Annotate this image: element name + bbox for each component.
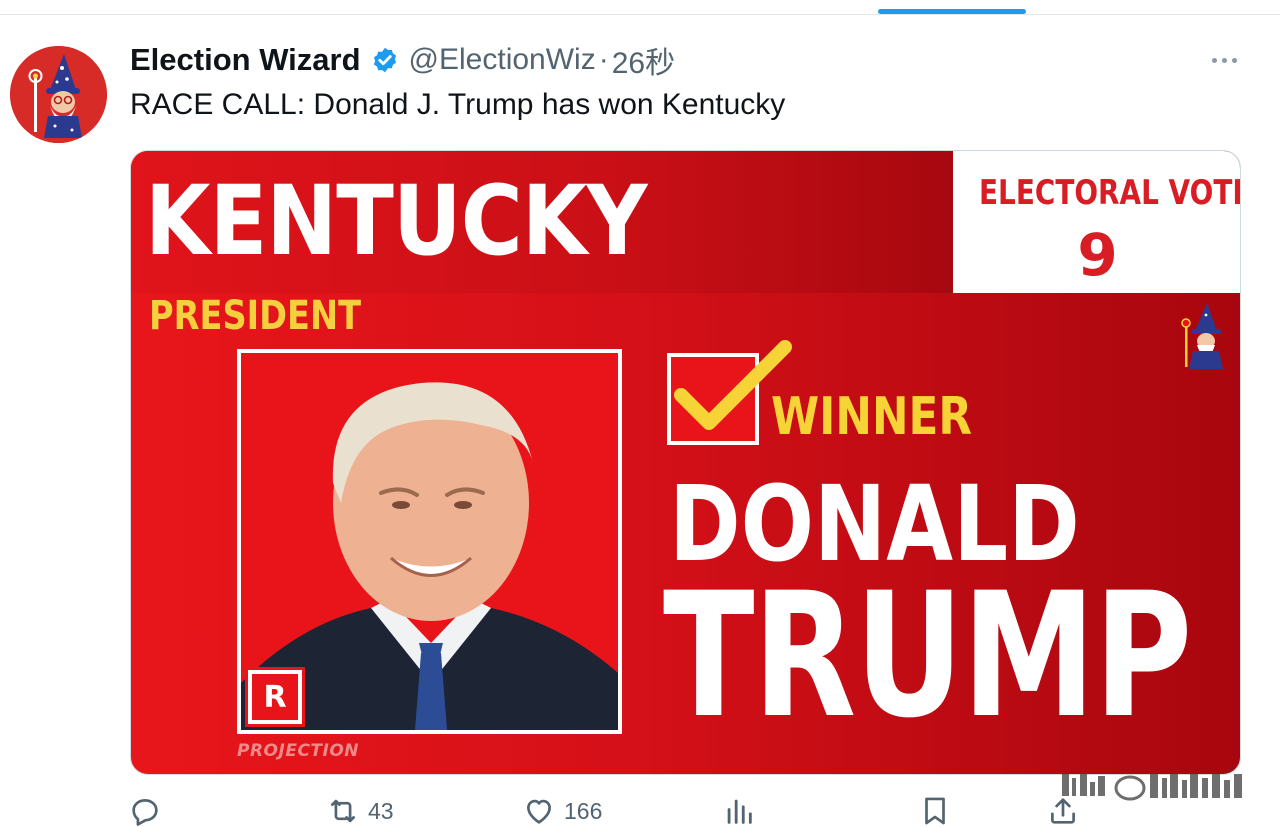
electoral-votes-label: ELECTORAL VOTES (979, 173, 1240, 213)
author-handle[interactable]: @ElectionWiz (409, 43, 596, 77)
state-name: KENTUCKY (145, 165, 648, 277)
winner-check-icon (667, 340, 792, 445)
more-options-icon[interactable] (1206, 52, 1242, 68)
watermark-logo (1058, 768, 1258, 808)
wizard-avatar-icon (10, 46, 107, 143)
views-button[interactable] (722, 794, 764, 827)
tweet-text: RACE CALL: Donald J. Trump has won Kentu… (130, 88, 786, 121)
tweet-header: Election Wizard @ElectionWiz · 26秒 (130, 38, 675, 82)
verified-badge-icon (371, 46, 399, 74)
heart-icon (527, 799, 551, 824)
header-separator: · (598, 43, 609, 76)
reply-icon (132, 799, 158, 826)
author-avatar[interactable] (10, 46, 107, 143)
tweet-timestamp[interactable]: 26秒 (612, 38, 675, 82)
office-label: PRESIDENT (149, 293, 362, 339)
candidate-last-name: TRUMP (663, 555, 1192, 756)
party-badge-letter: R (252, 674, 298, 720)
like-button[interactable]: 166 (522, 794, 602, 827)
winner-label: WINNER (771, 387, 973, 447)
electoral-votes-value: 9 (1077, 221, 1118, 289)
bookmark-button[interactable] (918, 794, 952, 827)
retweet-icon (331, 799, 355, 823)
party-badge: R (245, 667, 305, 727)
like-count: 166 (564, 797, 603, 824)
electoral-votes-box: ELECTORAL VOTES 9 (953, 151, 1240, 293)
reply-button[interactable] (128, 794, 170, 827)
retweet-button[interactable]: 43 (326, 794, 394, 827)
bookmark-icon (925, 797, 945, 825)
retweet-count: 43 (368, 797, 394, 824)
active-tab-indicator (878, 9, 1026, 14)
wizard-logo-icon (1179, 303, 1229, 369)
views-icon (727, 799, 752, 824)
top-divider (0, 14, 1280, 15)
tweet-media-image[interactable]: KENTUCKY ELECTORAL VOTES 9 PRESIDENT R P… (130, 150, 1241, 775)
projection-label: PROJECTION (237, 741, 360, 761)
author-display-name[interactable]: Election Wizard (130, 42, 361, 78)
